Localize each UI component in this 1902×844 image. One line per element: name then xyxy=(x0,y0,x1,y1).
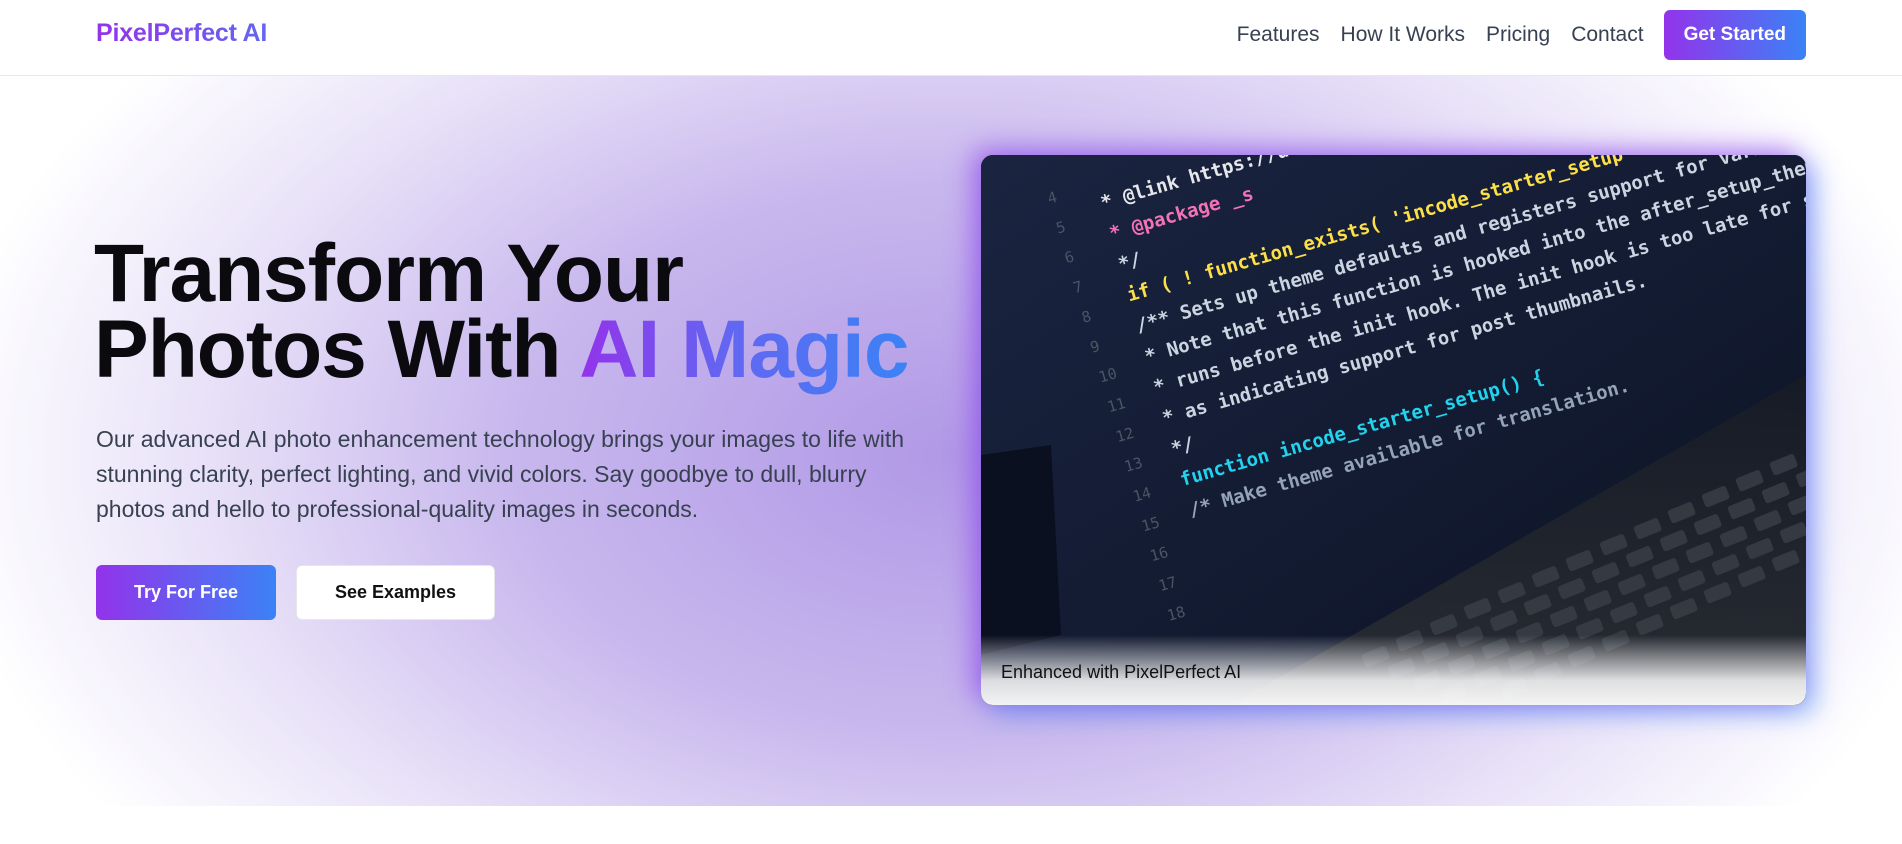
try-for-free-button[interactable]: Try For Free xyxy=(96,565,276,620)
navbar: PixelPerfect AI Features How It Works Pr… xyxy=(0,0,1902,76)
hero-title-line-1: Transform Your xyxy=(94,228,684,319)
nav-link-how-it-works[interactable]: How It Works xyxy=(1341,23,1465,47)
laptop-code-illustration: 456789101112131415161718 * @link https:/… xyxy=(981,155,1806,705)
nav-link-pricing[interactable]: Pricing xyxy=(1486,23,1550,47)
hero-title-highlight: AI Magic xyxy=(579,304,909,395)
nav-links: Features How It Works Pricing Contact Ge… xyxy=(1237,10,1806,60)
nav-link-contact[interactable]: Contact xyxy=(1571,23,1643,47)
hero-title: Transform Your Photos With AI Magic xyxy=(94,228,909,391)
brand-logo[interactable]: PixelPerfect AI xyxy=(96,19,267,48)
see-examples-button[interactable]: See Examples xyxy=(296,565,495,620)
hero-title-plain: Photos With xyxy=(94,304,580,395)
hero-title-line-2: Photos With AI Magic xyxy=(94,309,909,391)
hero-image: 456789101112131415161718 * @link https:/… xyxy=(981,155,1806,705)
below-hero-area xyxy=(0,806,1902,844)
nav-link-features[interactable]: Features xyxy=(1237,23,1320,47)
image-caption: Enhanced with PixelPerfect AI xyxy=(1001,662,1242,682)
get-started-button[interactable]: Get Started xyxy=(1663,10,1806,60)
hero-description: Our advanced AI photo enhancement techno… xyxy=(96,426,905,522)
